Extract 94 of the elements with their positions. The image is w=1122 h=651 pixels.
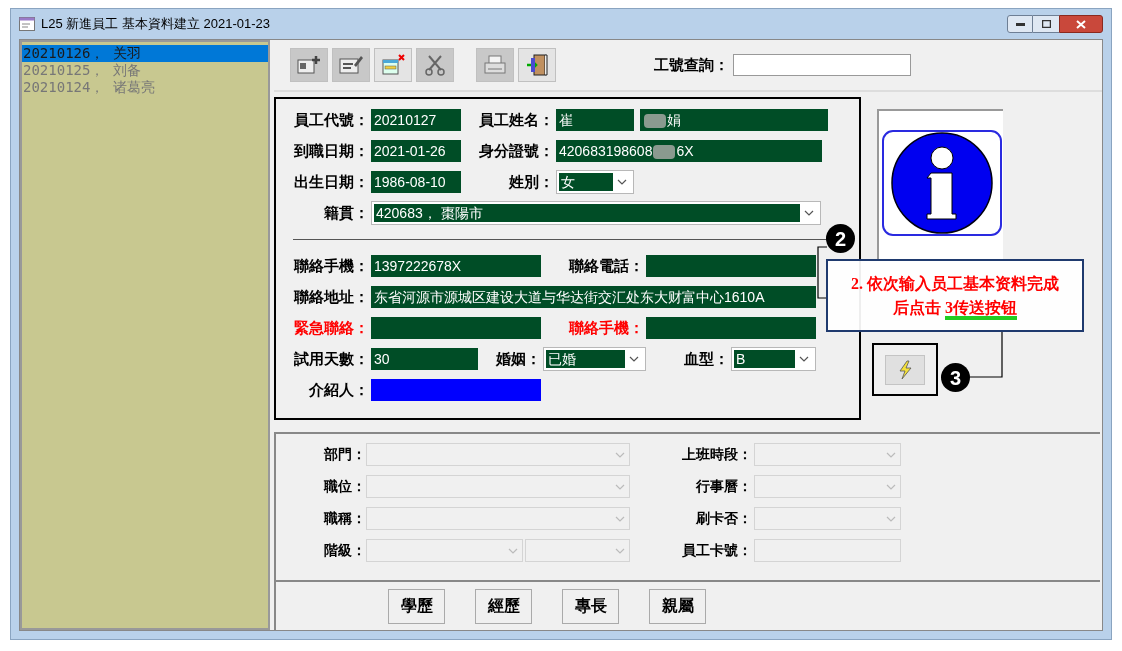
field-label: 聯絡手機： [294, 255, 369, 276]
dropdown-field[interactable] [754, 507, 901, 530]
input-field[interactable]: 20210127 [371, 109, 461, 131]
tab-button[interactable]: 親屬 [649, 588, 706, 624]
field-label: 籍貫： [324, 202, 369, 223]
dropdown-field[interactable] [754, 475, 901, 498]
field-label: 血型： [684, 348, 729, 369]
field-label: 職稱： [324, 509, 366, 528]
dropdown-field[interactable]: 已婚 [543, 347, 646, 371]
field-label: 員工姓名： [479, 109, 554, 130]
close-icon [1076, 19, 1086, 29]
input-field[interactable]: 30 [371, 348, 478, 370]
search-field[interactable] [733, 54, 911, 76]
input-field[interactable]: 崔 [556, 109, 634, 131]
dropdown-field[interactable] [366, 475, 630, 498]
dropdown-field[interactable]: 女 [556, 170, 634, 194]
field-label: 婚姻： [496, 348, 541, 369]
field-label: 介紹人： [309, 379, 369, 400]
leader-line [816, 246, 828, 300]
maximize-icon [1041, 20, 1051, 28]
input-field[interactable]: 1986-08-10 [371, 171, 461, 193]
edit-button[interactable] [332, 48, 370, 82]
chevron-icon [615, 451, 625, 458]
tab-button[interactable]: 學歷 [388, 588, 445, 624]
printer-icon [483, 54, 507, 76]
blurred-text [653, 145, 676, 160]
exit-button[interactable] [518, 48, 556, 82]
field-label: 刷卡否： [696, 509, 752, 528]
chevron-icon [615, 547, 625, 554]
dropdown-field[interactable]: B [731, 347, 816, 371]
field-label: 出生日期： [294, 171, 369, 192]
print-button[interactable] [476, 48, 514, 82]
lightning-icon [898, 359, 912, 380]
search-label: 工號查詢： [654, 54, 729, 75]
chevron-icon [629, 356, 639, 362]
maximize-button[interactable] [1033, 15, 1059, 33]
tab-button[interactable]: 經歷 [475, 588, 532, 624]
input-field[interactable]: 娟 [640, 109, 828, 131]
dropdown-field[interactable] [366, 507, 630, 530]
add-button[interactable] [290, 48, 328, 82]
chevron-icon [804, 210, 814, 216]
chevron-icon [886, 483, 896, 490]
dropdown-field[interactable] [754, 443, 901, 466]
cut-button[interactable] [416, 48, 454, 82]
callout-text: 2. 依次输入员工基本资料完成后点击 3传送按钮 [846, 271, 1064, 320]
chevron-icon [617, 179, 627, 185]
field-label: 員工代號： [294, 109, 369, 130]
add-card-icon [296, 53, 322, 77]
send-button[interactable] [885, 354, 925, 385]
input-field[interactable]: 2021-01-26 [371, 140, 461, 162]
tab-button[interactable]: 專長 [562, 588, 619, 624]
input-field[interactable]: 420683198608 6X [556, 140, 822, 162]
minimize-button[interactable] [1007, 15, 1033, 33]
field-label: 姓別： [509, 171, 554, 192]
field-label: 職位： [324, 477, 366, 496]
field-label: 部門： [324, 445, 366, 464]
field-label: 階級： [324, 541, 366, 560]
chevron-icon [615, 515, 625, 522]
field-label: 行事曆： [696, 477, 752, 496]
field-label: 試用天數： [294, 348, 369, 369]
chevron-icon [886, 451, 896, 458]
field-label: 上班時段： [682, 445, 752, 464]
dropdown-field[interactable] [525, 539, 630, 562]
list-item[interactable]: 20210126， 关羽 [22, 45, 268, 62]
dropdown-field[interactable] [366, 539, 523, 562]
field-label: 聯絡電話： [569, 255, 644, 276]
field-label: 聯絡手機： [569, 317, 644, 338]
exit-door-icon [525, 53, 549, 77]
field-label: 員工卡號： [682, 541, 752, 560]
field-label: 緊急聯絡： [294, 317, 369, 338]
input-field[interactable] [646, 255, 816, 277]
input-field[interactable] [646, 317, 816, 339]
input-field[interactable] [371, 317, 541, 339]
dropdown-field[interactable] [366, 443, 630, 466]
field-label: 身分證號： [479, 140, 554, 161]
field-label: 聯絡地址： [294, 286, 369, 307]
input-field[interactable]: 1397222678X [371, 255, 541, 277]
chevron-icon [799, 356, 809, 362]
app-window-icon [19, 17, 35, 31]
chevron-icon [615, 483, 625, 490]
delete-card-icon [380, 53, 406, 77]
scissors-icon [423, 53, 447, 77]
dropdown-field[interactable]: 420683， 棗陽市 [371, 201, 821, 225]
blurred-text [644, 114, 666, 129]
chevron-icon [886, 515, 896, 522]
input-field[interactable]: 东省河源市源城区建设大道与华达街交汇处东大财富中心1610A [371, 286, 816, 308]
field-label: 到職日期： [294, 140, 369, 161]
chevron-icon [508, 547, 518, 554]
minimize-icon [1015, 22, 1025, 26]
input-field[interactable] [371, 379, 541, 401]
edit-card-icon [338, 53, 364, 77]
input-field[interactable] [754, 539, 901, 562]
close-button[interactable] [1059, 15, 1103, 33]
window-title: L25 新進員工 基本資料建立 2021-01-23 [41, 15, 271, 34]
